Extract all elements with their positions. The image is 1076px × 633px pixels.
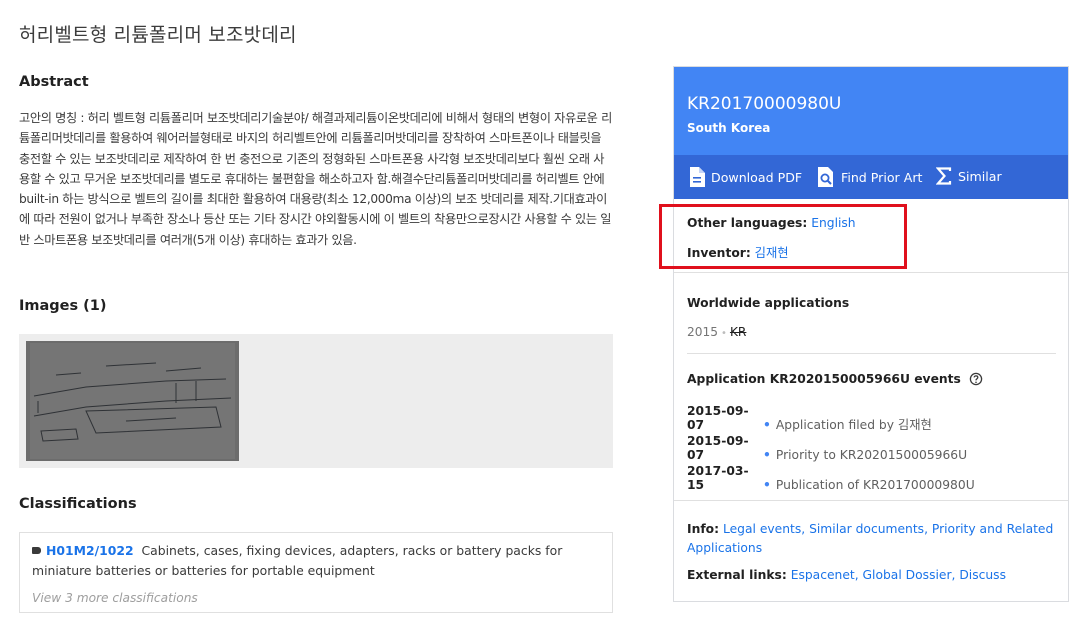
event-text: Application filed by 김재현 [775,418,932,432]
find-prior-art-label: Find Prior Art [841,169,923,185]
application-events-label: Application KR2020150005966U events [687,372,961,386]
action-bar: Download PDF Find Prior Art Similar [674,155,1068,199]
external-links[interactable]: Espacenet, Global Dossier, Discuss [791,568,1006,582]
dot-separator: • [721,328,727,339]
event-row: 2015-09-07 • Priority to KR2020150005966U [687,434,967,462]
classification-entry: H01M2/1022 Cabinets, cases, fixing devic… [32,541,602,581]
event-date: 2015-09-07 [687,404,749,432]
worldwide-country-link[interactable]: KR [730,325,746,339]
country-label: South Korea [687,121,771,135]
pdf-file-icon [690,167,705,187]
info-label: Info: [687,522,720,536]
patent-header: KR20170000980U South Korea [674,67,1068,155]
images-heading: Images (1) [19,298,107,314]
publication-number: KR20170000980U [687,94,842,114]
event-bullet: • [763,418,771,432]
page-title: 허리벨트형 리튬폴리머 보조밧데리 [19,24,297,46]
view-more-classifications-link[interactable]: View 3 more classifications [32,591,198,605]
sigma-icon [936,167,952,185]
worldwide-year: 2015 [687,325,719,339]
event-date: 2015-09-07 [687,434,749,462]
image-carousel [19,334,613,468]
worldwide-application-entry: 2015 • KR [687,325,746,339]
classifications-heading: Classifications [19,496,137,512]
event-text: Publication of KR20170000980U [775,478,975,492]
divider [674,500,1068,501]
prior-art-search-icon [818,167,833,187]
info-row: Info: Legal events, Similar documents, P… [687,520,1057,558]
abstract-heading: Abstract [19,74,89,90]
event-row: 2017-03-15 • Publication of KR20170000980U [687,464,975,492]
worldwide-applications-heading: Worldwide applications [687,296,850,310]
find-prior-art-button[interactable]: Find Prior Art [817,167,922,187]
patent-sidebar: KR20170000980U South Korea Download PDF … [673,66,1069,602]
event-bullet: • [763,478,771,492]
tag-icon [32,547,41,554]
drawing-sketch-icon [26,341,239,461]
application-events-heading: Application KR2020150005966U events [687,372,983,386]
download-pdf-button[interactable]: Download PDF [689,167,802,187]
classification-code-link[interactable]: H01M2/1022 [46,543,134,558]
event-row: 2015-09-07 • Application filed by 김재현 [687,404,932,433]
classifications-box: H01M2/1022 Cabinets, cases, fixing devic… [19,532,613,613]
patent-drawing-thumbnail[interactable] [26,341,239,461]
info-links[interactable]: Legal events, Similar documents, Priorit… [687,522,1053,555]
abstract-text: 고안의 명칭 : 허리 벨트형 리튬폴리머 보조밧데리기술분야/ 해결과제리튬이… [19,111,612,247]
external-links-label: External links: [687,568,787,582]
event-bullet: • [763,448,771,462]
similar-button[interactable]: Similar [936,167,1002,185]
download-pdf-label: Download PDF [711,169,803,185]
divider [674,272,1068,273]
help-icon[interactable] [969,372,983,386]
event-text: Priority to KR2020150005966U [775,448,968,462]
event-date: 2017-03-15 [687,464,749,492]
highlight-box [659,204,907,269]
external-links-row: External links: Espacenet, Global Dossie… [687,566,1057,585]
similar-label: Similar [958,168,1002,184]
divider [687,353,1056,354]
